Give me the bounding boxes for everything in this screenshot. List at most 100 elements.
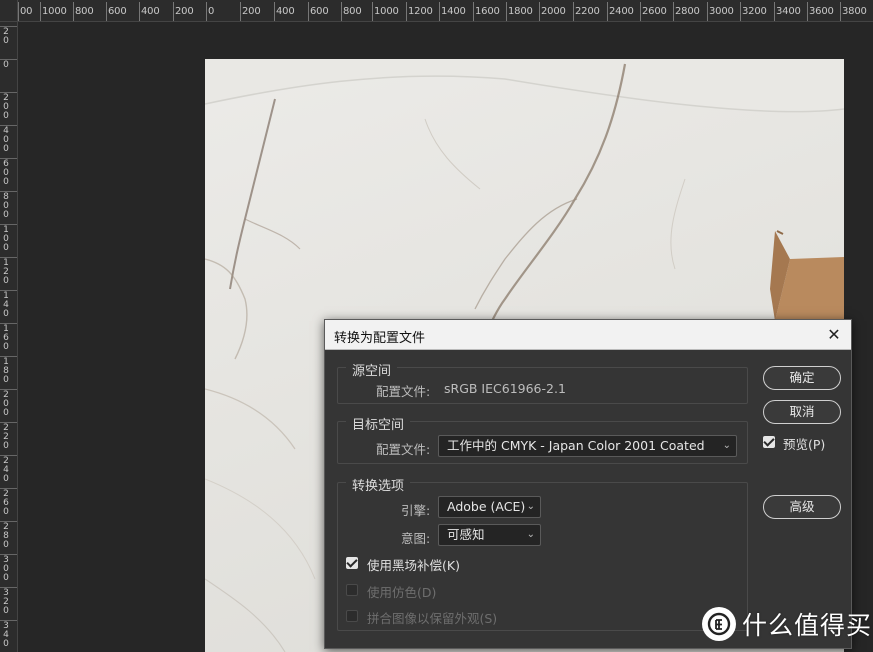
ruler-label: 4 0 0 bbox=[3, 126, 9, 154]
ruler-label: 200 bbox=[175, 6, 194, 17]
preview-checkbox[interactable] bbox=[763, 436, 775, 448]
ruler-tick bbox=[840, 2, 841, 21]
photoshop-workspace: 00 1000 800 600 400 200 0 200 400 600 800 1000 1200 1… bbox=[0, 0, 873, 652]
dither-label[interactable]: 使用仿色(D) bbox=[367, 582, 436, 601]
ruler-label: 2 4 0 bbox=[3, 456, 9, 484]
ruler-label: 1 6 0 bbox=[3, 324, 9, 352]
black-point-label[interactable]: 使用黑场补偿(K) bbox=[367, 555, 460, 574]
ruler-label: 2800 bbox=[675, 6, 700, 17]
ruler-tick bbox=[308, 2, 309, 21]
chevron-down-icon: ⌄ bbox=[526, 501, 535, 512]
source-profile-value: sRGB IEC61966-2.1 bbox=[444, 381, 566, 396]
ruler-label: 1400 bbox=[441, 6, 466, 17]
intent-select[interactable]: 可感知 ⌄ bbox=[438, 524, 541, 546]
ruler-tick bbox=[372, 2, 373, 21]
watermark: 什么值得买 bbox=[702, 606, 872, 642]
chevron-down-icon: ⌄ bbox=[526, 529, 535, 540]
ruler-label: 800 bbox=[343, 6, 362, 17]
dither-checkbox[interactable] bbox=[346, 584, 358, 596]
ruler-label: 3200 bbox=[742, 6, 767, 17]
ruler-tick bbox=[740, 2, 741, 21]
ruler-label: 1800 bbox=[508, 6, 533, 17]
ruler-tick bbox=[807, 2, 808, 21]
black-point-checkbox[interactable] bbox=[346, 557, 358, 569]
ruler-label: 400 bbox=[141, 6, 160, 17]
ruler-tick bbox=[40, 2, 41, 21]
ruler-label: 1 2 0 bbox=[3, 258, 9, 286]
convert-to-profile-dialog: 转换为配置文件 ✕ 源空间 配置文件: sRGB IEC61966-2.1 目标… bbox=[324, 319, 852, 649]
flatten-checkbox[interactable] bbox=[346, 610, 358, 622]
close-icon[interactable]: ✕ bbox=[823, 324, 845, 346]
ruler-label: 2200 bbox=[575, 6, 600, 17]
ruler-label: 800 bbox=[75, 6, 94, 17]
ruler-label: 0 bbox=[3, 60, 9, 70]
dialog-title: 转换为配置文件 bbox=[334, 331, 426, 346]
source-profile-label: 配置文件: bbox=[376, 384, 431, 399]
ruler-tick bbox=[274, 2, 275, 21]
watermark-text: 什么值得买 bbox=[742, 611, 873, 640]
ruler-label: 2 6 0 bbox=[3, 489, 9, 517]
target-profile-label: 配置文件: bbox=[376, 442, 431, 457]
ruler-tick bbox=[106, 2, 107, 21]
ruler-label: 1600 bbox=[475, 6, 500, 17]
engine-label: 引擎: bbox=[401, 503, 431, 518]
ruler-tick bbox=[73, 2, 74, 21]
ruler-label: 2 0 0 bbox=[3, 390, 9, 418]
ruler-tick bbox=[240, 2, 241, 21]
ruler-tick bbox=[506, 2, 507, 21]
ruler-label: 8 0 0 bbox=[3, 192, 9, 220]
ruler-label: 2600 bbox=[642, 6, 667, 17]
ruler-label: 1200 bbox=[408, 6, 433, 17]
horizontal-ruler[interactable]: 00 1000 800 600 400 200 0 200 400 600 800 1000 1200 1… bbox=[18, 0, 873, 22]
ruler-label: 1 8 0 bbox=[3, 357, 9, 385]
preview-label[interactable]: 预览(P) bbox=[783, 434, 825, 453]
vertical-ruler[interactable]: 2 0 0 2 0 0 4 0 0 6 0 0 8 0 0 1 0 0 1 2 0 1 4 0 1… bbox=[0, 22, 18, 652]
ruler-label: 2 2 0 bbox=[3, 423, 9, 451]
ruler-label: 1000 bbox=[42, 6, 67, 17]
ruler-label: 2400 bbox=[609, 6, 634, 17]
ruler-label: 3000 bbox=[709, 6, 734, 17]
ruler-label: 1000 bbox=[374, 6, 399, 17]
ruler-tick bbox=[406, 2, 407, 21]
ruler-label: 1 4 0 bbox=[3, 291, 9, 319]
intent-value: 可感知 bbox=[447, 527, 485, 542]
flatten-label[interactable]: 拼合图像以保留外观(S) bbox=[367, 608, 497, 627]
conversion-options-legend: 转换选项 bbox=[346, 475, 411, 494]
engine-value: Adobe (ACE) bbox=[447, 499, 526, 514]
ok-button[interactable]: 确定 bbox=[763, 366, 841, 390]
smzdm-logo-icon bbox=[702, 607, 736, 641]
target-profile-value: 工作中的 CMYK - Japan Color 2001 Coated bbox=[447, 438, 705, 453]
ruler-label: 600 bbox=[310, 6, 329, 17]
engine-select[interactable]: Adobe (ACE) ⌄ bbox=[438, 496, 541, 518]
ruler-corner bbox=[0, 0, 18, 22]
source-space-legend: 源空间 bbox=[346, 360, 398, 379]
conversion-options-group: 转换选项 引擎: Adobe (ACE) ⌄ 意图: 可感知 ⌄ 使用黑场补偿(… bbox=[337, 475, 748, 631]
ruler-label: 3 2 0 bbox=[3, 588, 9, 616]
cancel-button[interactable]: 取消 bbox=[763, 400, 841, 424]
ruler-label: 3400 bbox=[776, 6, 801, 17]
ruler-label: 3 4 0 bbox=[3, 621, 9, 649]
ruler-label: 400 bbox=[276, 6, 295, 17]
ruler-label: 600 bbox=[108, 6, 127, 17]
ruler-label: 2 0 bbox=[3, 27, 9, 46]
ruler-tick bbox=[206, 2, 207, 21]
ruler-tick bbox=[139, 2, 140, 21]
ruler-tick bbox=[473, 2, 474, 21]
ruler-label: 3600 bbox=[809, 6, 834, 17]
ruler-tick bbox=[607, 2, 608, 21]
target-space-group: 目标空间 配置文件: 工作中的 CMYK - Japan Color 2001 … bbox=[337, 414, 748, 464]
ruler-label: 200 bbox=[242, 6, 261, 17]
ruler-label: 2000 bbox=[541, 6, 566, 17]
target-profile-select[interactable]: 工作中的 CMYK - Japan Color 2001 Coated ⌄ bbox=[438, 435, 737, 457]
ruler-tick bbox=[673, 2, 674, 21]
ruler-label: 6 0 0 bbox=[3, 159, 9, 187]
dialog-titlebar[interactable]: 转换为配置文件 ✕ bbox=[325, 320, 851, 350]
source-space-group: 源空间 配置文件: sRGB IEC61966-2.1 bbox=[337, 360, 748, 404]
ruler-tick bbox=[18, 2, 19, 21]
ruler-label: 2 8 0 bbox=[3, 522, 9, 550]
ruler-tick bbox=[573, 2, 574, 21]
advanced-button[interactable]: 高级 bbox=[763, 495, 841, 519]
ruler-label: 1 0 0 bbox=[3, 225, 9, 253]
logo-glyph bbox=[707, 612, 731, 636]
ruler-tick bbox=[341, 2, 342, 21]
